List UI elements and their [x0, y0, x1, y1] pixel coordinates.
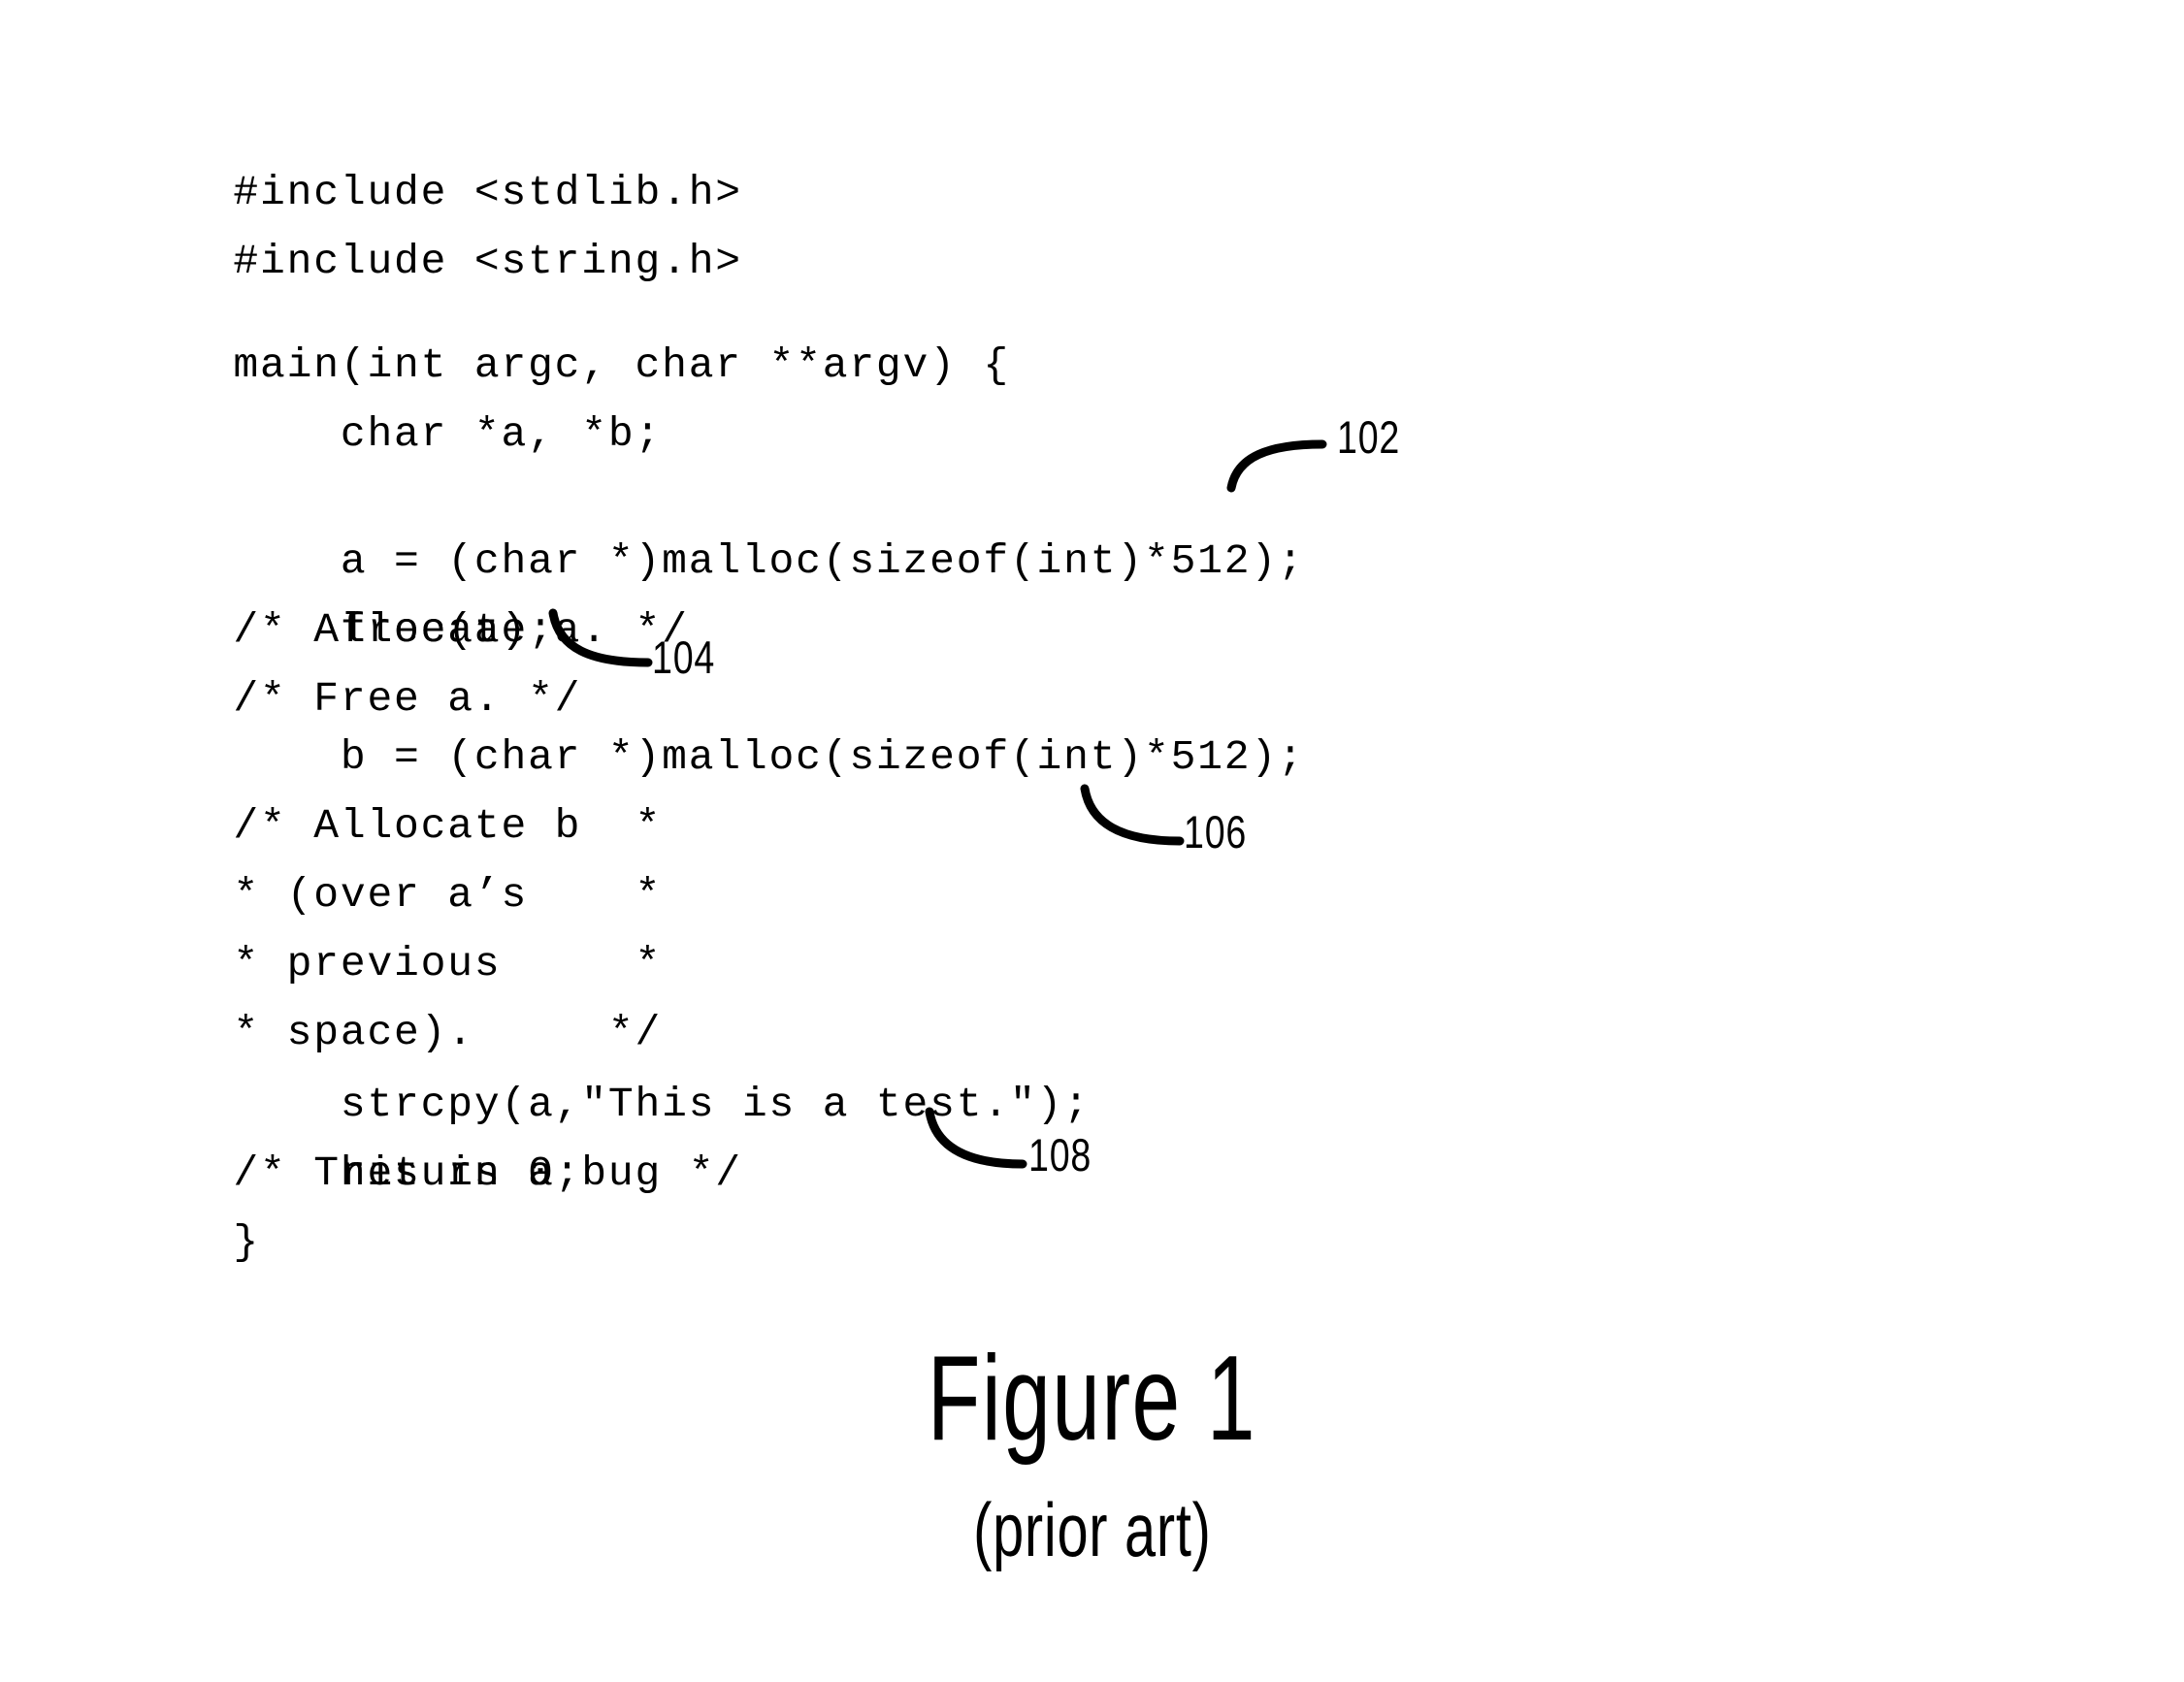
code-text: }	[233, 1218, 261, 1266]
code-line: strcpy(a,"This is a test."); /* This is …	[126, 1001, 2125, 1197]
figure-subtitle: (prior art)	[972, 1487, 1212, 1572]
code-line: return 0;	[126, 1070, 2125, 1197]
code-line: main(int argc, char **argv) {	[126, 262, 2125, 389]
callout-106-label: 106	[1184, 806, 1248, 857]
callout-102-label: 102	[1337, 411, 1401, 463]
code-line: }	[126, 1139, 2125, 1266]
figure-subtitle-row: (prior art)	[0, 1459, 2184, 1571]
code-line: b = (char *)malloc(sizeof(int)*512); /* …	[126, 654, 2125, 850]
code-line: #include <string.h>	[126, 158, 2125, 285]
code-line: char *a, *b;	[126, 331, 2125, 458]
patent-figure-page: { "figure": { "title": "Figure 1", "subt…	[0, 0, 2184, 1682]
code-line: free(a); /* Free a. */	[126, 527, 2125, 723]
callout-104-label: 104	[652, 631, 716, 683]
figure-title-row: Figure 1	[0, 1339, 2184, 1459]
callout-108-label: 108	[1028, 1129, 1092, 1181]
code-line: a = (char *)malloc(sizeof(int)*512); /* …	[126, 458, 2125, 654]
figure-caption: Figure 1 (prior art)	[0, 1339, 2184, 1571]
figure-title: Figure 1	[927, 1332, 1257, 1466]
code-listing: #include <stdlib.h> #include <string.h> …	[126, 89, 2125, 1266]
code-line: #include <stdlib.h>	[126, 89, 2125, 216]
